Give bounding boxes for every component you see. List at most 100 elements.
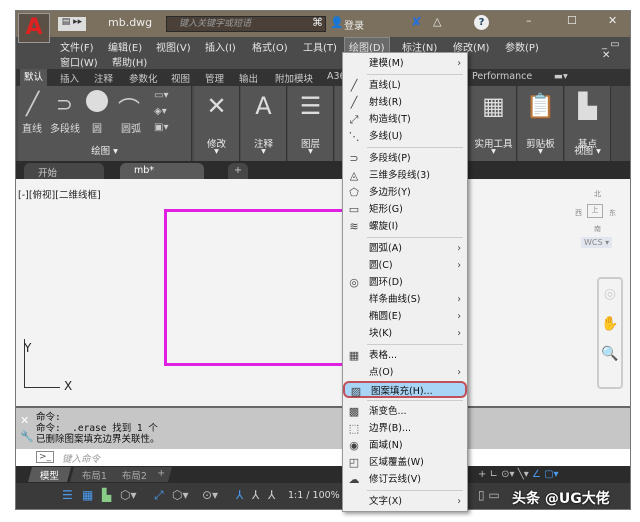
annotation-scale-icon[interactable]: ⅄: [236, 488, 243, 502]
quick-access-toolbar[interactable]: ▤ ▸▸: [58, 17, 86, 31]
scale-dropdown[interactable]: 1:1 / 100%: [288, 490, 340, 501]
grid-icon[interactable]: ☰: [62, 488, 73, 502]
menu-view[interactable]: 视图(V): [156, 39, 191, 54]
wcs-dropdown[interactable]: WCS ▾: [581, 237, 613, 248]
help-icon[interactable]: ?: [474, 15, 489, 30]
isodraft-icon[interactable]: ⬡▾: [120, 488, 137, 502]
exchange-icon[interactable]: ✘: [411, 15, 422, 30]
menu-item[interactable]: ╱ 直线(L): [343, 77, 467, 94]
view-panel-label[interactable]: 视图 ▾: [565, 143, 610, 157]
tab-annotate[interactable]: 注释: [94, 71, 113, 85]
arc-tool[interactable]: 圆弧: [121, 120, 141, 135]
tab-parametric[interactable]: 参数化: [129, 71, 158, 85]
menu-item[interactable]: ◬ 三维多段线(3): [343, 167, 467, 184]
hatch-icon[interactable]: ◈▾: [154, 106, 167, 117]
infer-icon[interactable]: ▙: [102, 488, 111, 502]
menu-item[interactable]: ⋱ 多线(U): [343, 128, 467, 145]
status-tools-row[interactable]: + ∟ ⊙▾ ╲▾ ∠ ▢▾: [478, 469, 559, 480]
clipboard-panel[interactable]: 📋 剪贴板 ▾: [518, 86, 564, 161]
magenta-rectangle[interactable]: [164, 209, 364, 366]
menu-item[interactable]: 块(K) ›: [343, 325, 467, 342]
tab-addins[interactable]: 附加模块: [275, 71, 313, 85]
a360-icon[interactable]: △: [433, 15, 441, 28]
utilities-panel[interactable]: ▦ 实用工具 ▾: [471, 86, 517, 161]
menu-item[interactable]: ⬚ 边界(B)...: [343, 420, 467, 437]
login-button[interactable]: 登录: [344, 17, 364, 32]
menu-item[interactable]: 点(O) ›: [343, 364, 467, 381]
menu-item[interactable]: ╱ 射线(R): [343, 94, 467, 111]
viewcube[interactable]: 北 西 上 东 南 WCS ▾: [571, 189, 621, 249]
menu-tools[interactable]: 工具(T): [303, 39, 337, 54]
maximize-button[interactable]: ☐: [567, 14, 577, 27]
menu-item[interactable]: 圆(C) ›: [343, 257, 467, 274]
annotation-visibility-icon[interactable]: ⅄: [252, 488, 259, 502]
doc-window-controls[interactable]: _ ▭ ✕: [602, 39, 630, 61]
line-tool[interactable]: 直线: [22, 120, 42, 135]
new-tab-button[interactable]: +: [228, 163, 248, 179]
3d-icon[interactable]: ⬡▾: [172, 488, 189, 502]
menu-file[interactable]: 文件(F): [60, 39, 94, 54]
menu-item[interactable]: ▭ 矩形(G): [343, 201, 467, 218]
menu-item[interactable]: 文字(X) ›: [343, 493, 467, 510]
minimize-button[interactable]: –: [526, 14, 532, 27]
ribbon-options-icon[interactable]: ▬▾: [554, 71, 568, 82]
layers-panel[interactable]: ☰ 图层 ▾: [288, 86, 334, 161]
view-panel[interactable]: ▙ 基点 视图 ▾: [565, 86, 611, 161]
menu-window[interactable]: 窗口(W): [60, 54, 98, 69]
menu-item[interactable]: ◉ 面域(N): [343, 437, 467, 454]
annotation-panel[interactable]: A 注释 ▾: [241, 86, 287, 161]
wrench-icon[interactable]: 🔧: [20, 430, 34, 443]
menu-item[interactable]: ⤢ 构造线(T): [343, 111, 467, 128]
navigation-bar[interactable]: ◎ ✋ 🔍: [597, 277, 623, 389]
draw-panel-label[interactable]: 绘图 ▾: [18, 143, 191, 157]
menu-item[interactable]: ⬠ 多边形(Y): [343, 184, 467, 201]
tab-insert[interactable]: 插入: [60, 71, 79, 85]
tab-default[interactable]: 默认: [20, 69, 48, 86]
menu-item[interactable]: ◎ 圆环(D): [343, 274, 467, 291]
tab-manage[interactable]: 管理: [205, 71, 224, 85]
circle-tool[interactable]: 圆: [92, 120, 102, 135]
drawing-canvas[interactable]: [-][俯视][二维线框] Y X 北 西 上 东 南 WCS ▾ ◎ ✋ 🔍: [16, 179, 630, 406]
menu-item[interactable]: 样条曲线(S) ›: [343, 291, 467, 308]
boundary-icon[interactable]: ▣▾: [154, 122, 168, 133]
menu-edit[interactable]: 编辑(E): [108, 39, 142, 54]
close-button[interactable]: ✕: [608, 14, 617, 27]
menu-item[interactable]: ▩ 渐变色...: [343, 403, 467, 420]
auto-scale-icon[interactable]: ⅄: [268, 488, 275, 502]
osnap-icon[interactable]: ⊙▾: [202, 488, 218, 502]
ucs-icon[interactable]: ⤢: [154, 488, 164, 503]
application-menu-button[interactable]: A: [18, 13, 50, 43]
menu-item-label: 块(K): [369, 328, 393, 339]
menu-item[interactable]: 圆弧(A) ›: [343, 240, 467, 257]
search-input[interactable]: 键入关键字或短语: [166, 16, 326, 32]
tab-view[interactable]: 视图: [171, 71, 190, 85]
menu-item[interactable]: 椭圆(E) ›: [343, 308, 467, 325]
menu-format[interactable]: 格式(O): [252, 39, 288, 54]
menu-insert[interactable]: 插入(I): [205, 39, 236, 54]
tab-model[interactable]: 模型: [27, 467, 72, 482]
doc-tab-start[interactable]: 开始: [24, 163, 104, 179]
close-icon[interactable]: ✕: [20, 414, 29, 427]
menu-item[interactable]: 建模(M) ›: [343, 55, 467, 72]
menu-item[interactable]: ☁ 修订云线(V): [343, 471, 467, 488]
workspace-icon[interactable]: ▯ ▭: [478, 488, 500, 502]
add-layout-button[interactable]: +: [149, 467, 172, 482]
polyline-tool[interactable]: 多段线: [50, 120, 80, 135]
modify-panel[interactable]: ✕ 修改 ▾: [194, 86, 240, 161]
command-input[interactable]: >_ 键入命令: [16, 449, 630, 466]
menu-item[interactable]: ≋ 螺旋(I): [343, 218, 467, 235]
rectangle-icon[interactable]: ▭▾: [154, 90, 168, 101]
menu-item[interactable]: ▦ 表格...: [343, 347, 467, 364]
command-prompt-icon[interactable]: >_: [36, 451, 55, 463]
menu-item[interactable]: ▨ 图案填充(H)...: [343, 381, 467, 398]
menu-item[interactable]: ⊃ 多段线(P): [343, 150, 467, 167]
tab-performance[interactable]: Performance: [472, 71, 532, 82]
snap-icon[interactable]: ▦: [82, 488, 93, 502]
binoculars-icon[interactable]: ⌘: [312, 16, 323, 29]
menu-help[interactable]: 帮助(H): [112, 54, 147, 69]
tab-output[interactable]: 输出: [239, 71, 258, 85]
menu-item[interactable]: ◰ 区域覆盖(W): [343, 454, 467, 471]
viewport-controls[interactable]: [-][俯视][二维线框]: [18, 187, 101, 201]
menu-parametric[interactable]: 参数(P): [505, 39, 539, 54]
doc-tab-mb[interactable]: mb*: [120, 163, 204, 179]
